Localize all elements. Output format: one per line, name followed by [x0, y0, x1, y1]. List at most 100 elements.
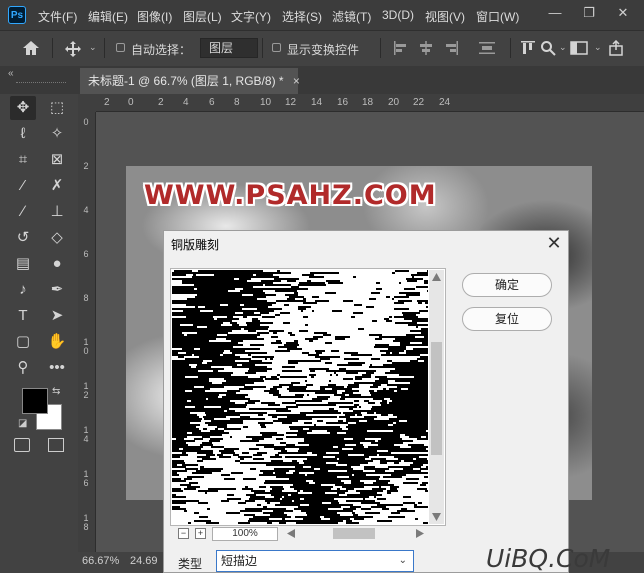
- menu-filter[interactable]: 滤镜(T): [332, 8, 371, 25]
- path-selection-tool-button[interactable]: ➤: [44, 304, 70, 328]
- ruler-tick-label: 8: [83, 293, 89, 303]
- show-transform-checkbox[interactable]: [272, 43, 281, 52]
- preview-zoom-value[interactable]: 100%: [212, 527, 278, 541]
- zoom-in-button[interactable]: +: [195, 528, 206, 539]
- workspace-icon[interactable]: [570, 41, 588, 55]
- ruler-tick-label: 1 6: [83, 469, 89, 488]
- tab-close-icon[interactable]: ×: [293, 74, 300, 88]
- marquee-tool-button[interactable]: ⬚: [44, 96, 70, 120]
- menu-file[interactable]: 文件(F): [38, 8, 77, 25]
- search-icon[interactable]: [540, 40, 556, 56]
- screen-mode-icon[interactable]: [48, 438, 64, 452]
- swap-colors-icon[interactable]: ⇆: [52, 386, 60, 397]
- ruler-tick-label: 12: [285, 97, 297, 108]
- chevron-down-icon[interactable]: ⌄: [594, 42, 602, 53]
- separator: [52, 38, 53, 58]
- show-transform-label: 显示变换控件: [287, 43, 360, 57]
- gradient-tool-button[interactable]: ▤: [10, 252, 36, 276]
- menu-view[interactable]: 视图(V): [425, 8, 465, 25]
- ruler-tick-label: 4: [83, 205, 89, 215]
- blur-tool-button[interactable]: ●: [44, 252, 70, 276]
- scroll-left-arrow-icon[interactable]: [286, 528, 296, 539]
- eraser-tool-button[interactable]: ◇: [44, 226, 70, 250]
- ruler-tick-label: 10: [260, 97, 272, 108]
- more-tools-button[interactable]: •••: [44, 356, 70, 380]
- crop-tool-button[interactable]: ⌗: [10, 148, 36, 172]
- maximize-button[interactable]: ❐: [578, 4, 600, 22]
- type-dropdown-value: 短描边: [221, 554, 258, 568]
- ruler-tick-label: 20: [388, 97, 400, 108]
- hand-tool-button[interactable]: ✋: [44, 330, 70, 354]
- home-icon[interactable]: [22, 40, 40, 56]
- scroll-right-arrow-icon[interactable]: [415, 528, 425, 539]
- ruler-tick-label: 1 2: [83, 381, 89, 400]
- dialog-title: 铜版雕刻: [171, 238, 220, 252]
- align-right-icon[interactable]: [443, 40, 459, 56]
- auto-select-target-dropdown[interactable]: 图层: [200, 38, 258, 58]
- move-tool-icon[interactable]: [64, 40, 82, 58]
- chevron-down-icon[interactable]: ⌄: [559, 42, 567, 53]
- menu-edit[interactable]: 编辑(E): [88, 8, 128, 25]
- history-brush-tool-button[interactable]: ↺: [10, 226, 36, 250]
- menu-3d[interactable]: 3D(D): [382, 8, 414, 22]
- auto-select-checkbox[interactable]: [116, 43, 125, 52]
- pen-tool-button[interactable]: ✒: [44, 278, 70, 302]
- menu-type[interactable]: 文字(Y): [231, 8, 271, 25]
- menu-image[interactable]: 图像(I): [137, 8, 172, 25]
- auto-select-label: 自动选择：: [131, 43, 192, 57]
- zoom-tool-button[interactable]: ⚲: [10, 356, 36, 380]
- ruler-corner: [78, 94, 96, 112]
- quick-mask-icon[interactable]: [14, 438, 30, 452]
- type-dropdown[interactable]: 短描边 ⌄: [216, 550, 414, 572]
- ruler-tick-label: 6: [209, 97, 215, 108]
- separator: [104, 38, 105, 58]
- frame-tool-button[interactable]: ⊠: [44, 148, 70, 172]
- separator: [380, 38, 381, 58]
- align-top-icon[interactable]: [520, 40, 536, 56]
- separator: [262, 38, 263, 58]
- menu-layer[interactable]: 图层(L): [183, 8, 222, 25]
- distribute-icon[interactable]: [478, 40, 496, 56]
- menu-window[interactable]: 窗口(W): [476, 8, 519, 25]
- preview-vertical-scroll-thumb[interactable]: [431, 342, 442, 455]
- move-tool-button[interactable]: ✥: [10, 96, 36, 120]
- photoshop-logo-icon[interactable]: Ps: [8, 6, 26, 24]
- filter-preview-image[interactable]: [172, 270, 428, 524]
- default-colors-icon[interactable]: ◪: [18, 418, 27, 429]
- ruler-tick-label: 4: [183, 97, 189, 108]
- toolbar-grip[interactable]: [16, 82, 66, 85]
- reset-button[interactable]: 复位: [462, 307, 552, 331]
- dialog-close-button[interactable]: ✕: [544, 233, 564, 253]
- dodge-tool-button[interactable]: ♪: [10, 278, 36, 302]
- status-zoom[interactable]: 66.67%: [82, 555, 119, 567]
- ruler-tick-label: 2: [104, 97, 110, 108]
- eyedropper-tool-button[interactable]: ⁄: [10, 174, 36, 198]
- menu-select[interactable]: 选择(S): [282, 8, 322, 25]
- document-tab[interactable]: 未标题-1 @ 66.7% (图层 1, RGB/8) * ×: [80, 68, 300, 94]
- zoom-out-button[interactable]: −: [178, 528, 189, 539]
- shape-tool-button[interactable]: ▢: [10, 330, 36, 354]
- ruler-tick-label: 14: [311, 97, 323, 108]
- scroll-down-arrow-icon[interactable]: [431, 512, 442, 522]
- magic-wand-tool-button[interactable]: ✧: [44, 122, 70, 146]
- lasso-tool-button[interactable]: ℓ: [10, 122, 36, 146]
- document-tab-title: 未标题-1 @ 66.7% (图层 1, RGB/8) *: [88, 74, 284, 88]
- minimize-button[interactable]: —: [544, 4, 566, 22]
- brush-tool-button[interactable]: ∕: [10, 200, 36, 224]
- ok-button[interactable]: 确定: [462, 273, 552, 297]
- ruler-tick-label: 1 0: [83, 337, 89, 356]
- type-tool-button[interactable]: T: [10, 304, 36, 328]
- align-left-icon[interactable]: [393, 40, 409, 56]
- window-close-button[interactable]: ✕: [612, 4, 634, 22]
- foreground-color-swatch[interactable]: [22, 388, 48, 414]
- collapse-panel-icon[interactable]: «: [8, 68, 14, 79]
- chevron-down-icon[interactable]: ⌄: [89, 42, 97, 53]
- align-horizontal-center-icon[interactable]: [418, 40, 434, 56]
- preview-horizontal-scroll-thumb[interactable]: [333, 528, 375, 539]
- site-logo: UiBQ.CoM: [486, 544, 611, 573]
- share-icon[interactable]: [608, 40, 624, 56]
- stamp-tool-button[interactable]: ⊥: [44, 200, 70, 224]
- healing-tool-button[interactable]: ✗: [44, 174, 70, 198]
- watermark-text: WWW.PSAHZ.COM: [144, 180, 437, 211]
- scroll-up-arrow-icon[interactable]: [431, 272, 442, 282]
